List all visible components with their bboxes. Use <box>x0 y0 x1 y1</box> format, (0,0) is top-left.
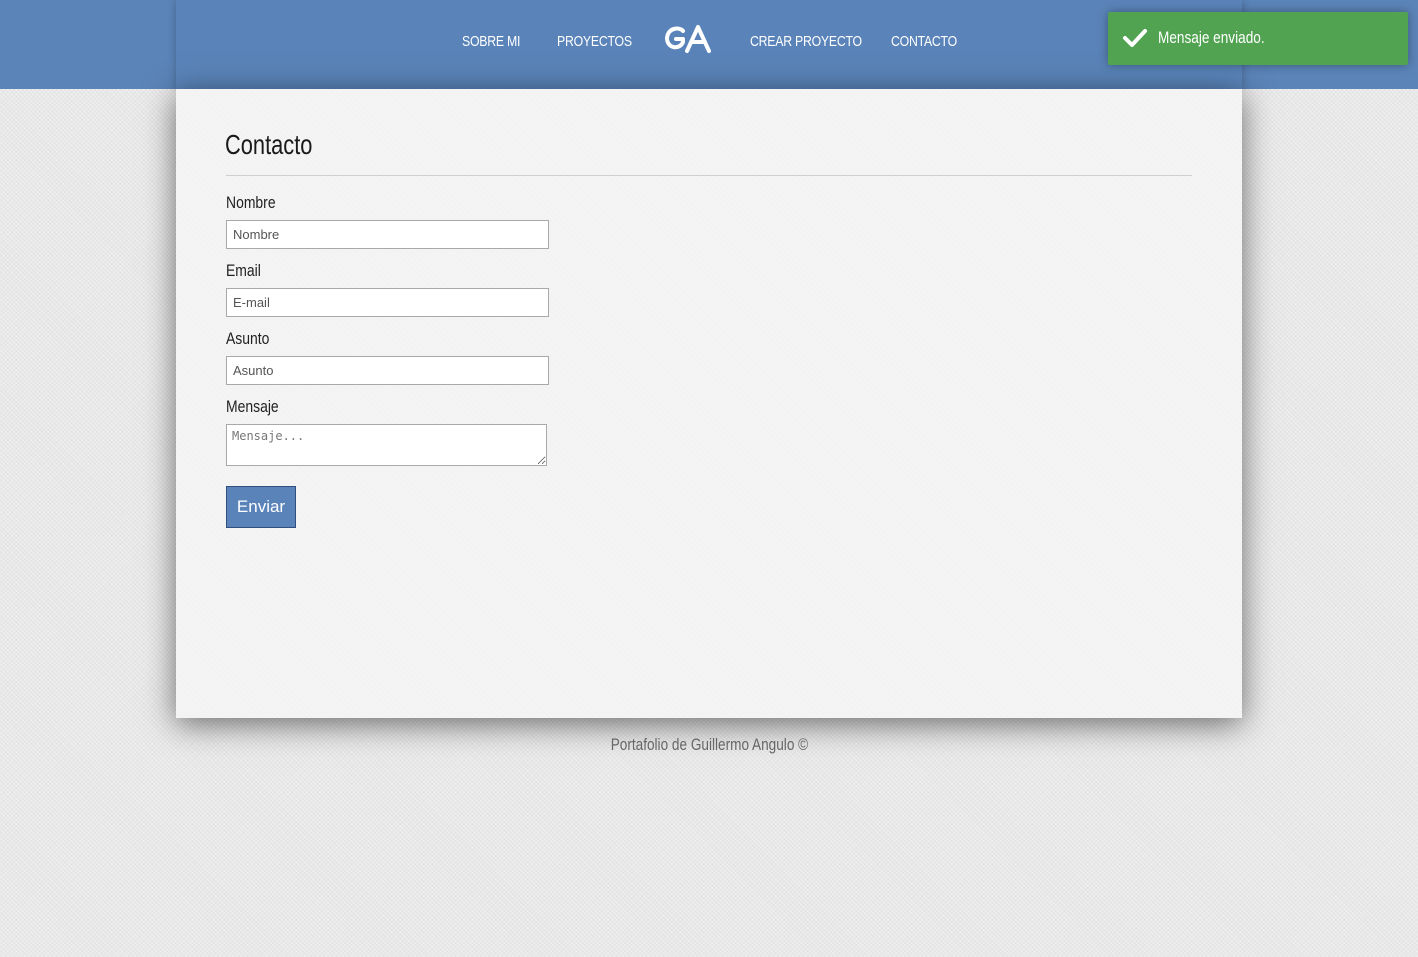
nav-item-sobre-mi[interactable]: SOBRE MI <box>462 33 520 50</box>
send-button[interactable]: Enviar <box>226 486 296 528</box>
subject-input[interactable] <box>226 356 549 385</box>
email-label: Email <box>226 261 261 280</box>
nav-item-contacto[interactable]: CONTACTO <box>891 33 957 50</box>
name-label: Nombre <box>226 193 276 212</box>
footer: Portafolio de Guillermo Angulo © <box>0 735 1418 755</box>
email-input[interactable] <box>226 288 549 317</box>
subject-label: Asunto <box>226 329 270 348</box>
toast-message: Mensaje enviado. <box>1158 28 1265 47</box>
nav-item-proyectos[interactable]: PROYECTOS <box>557 33 632 50</box>
name-input[interactable] <box>226 220 549 249</box>
nav-item-crear-proyecto[interactable]: CREAR PROYECTO <box>750 33 862 50</box>
message-textarea[interactable] <box>226 424 547 466</box>
success-toast[interactable]: Mensaje enviado. <box>1108 12 1408 65</box>
footer-text: Portafolio de Guillermo Angulo © <box>610 735 808 754</box>
content-panel: Contacto Nombre Email Asunto Mensaje Env… <box>176 89 1242 718</box>
message-label: Mensaje <box>226 397 279 416</box>
title-divider <box>226 175 1192 176</box>
ga-logo-icon[interactable] <box>664 22 712 56</box>
checkmark-icon <box>1123 29 1147 47</box>
page-title: Contacto <box>225 129 313 160</box>
